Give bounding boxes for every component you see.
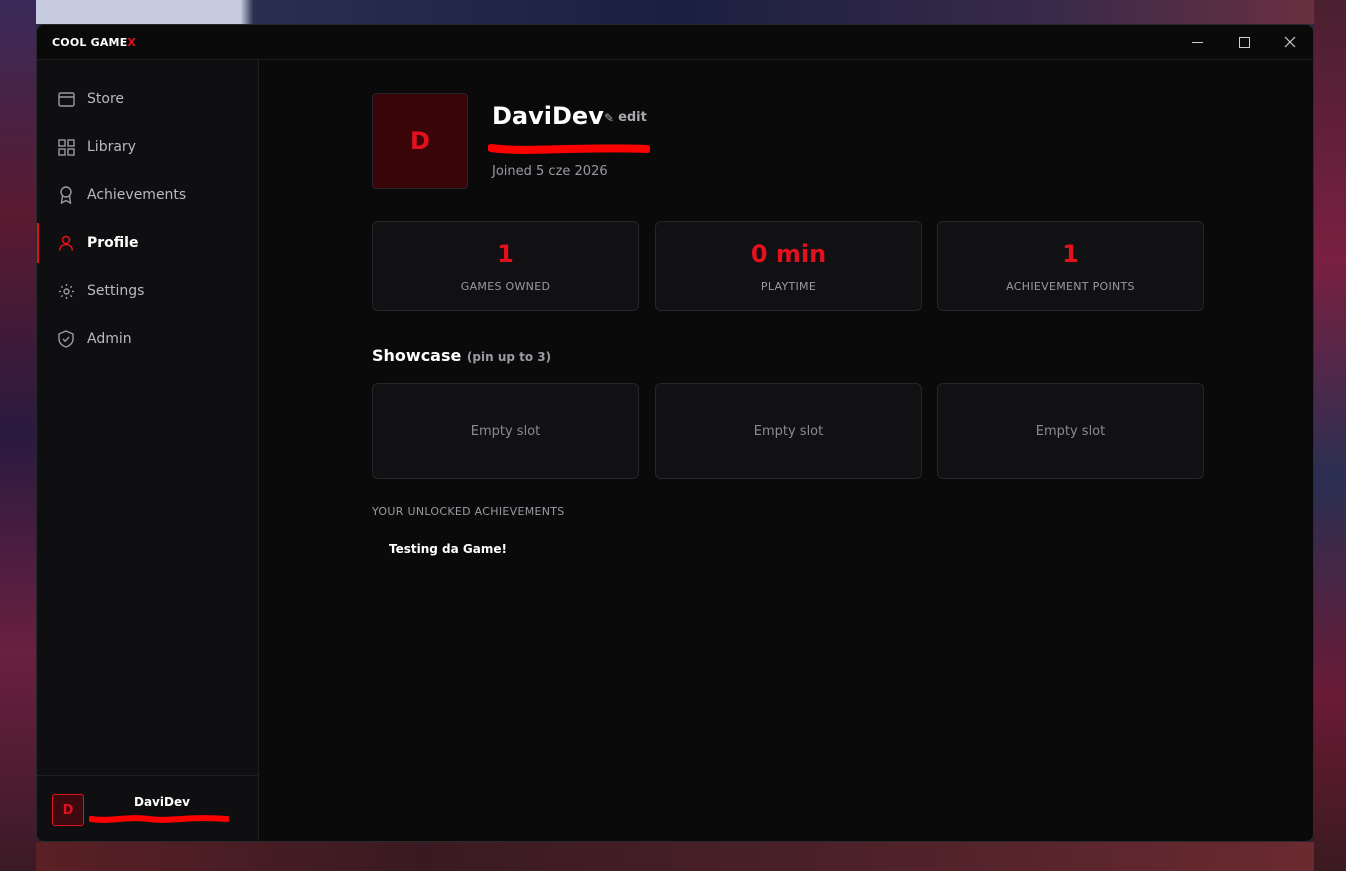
achievements-header: YOUR UNLOCKED ACHIEVEMENTS [372,505,565,518]
stat-label: PLAYTIME [760,280,817,293]
stat-card-achievement-points: 1 ACHIEVEMENT POINTS [937,221,1204,311]
sidebar-user[interactable]: D DaviDev [37,775,259,841]
profile-page: D DaviDev ✎ edit Joined 5 cze 2026 1 GAM… [260,59,1313,841]
redaction-scribble [89,815,229,823]
background-art-right [1314,0,1346,871]
showcase-slot[interactable]: Empty slot [372,383,639,479]
stat-label: GAMES OWNED [460,280,551,293]
brand-accent: X [127,36,137,49]
app-logo: COOL GAMEX [52,36,136,49]
sidebar-item-admin[interactable]: Admin [37,319,259,359]
stat-card-games-owned: 1 GAMES OWNED [372,221,639,311]
redaction-scribble [488,144,650,154]
showcase-hint: (pin up to 3) [466,350,552,364]
gear-icon [57,282,75,300]
pencil-icon: ✎ [604,110,615,125]
award-icon [57,186,75,204]
background-art-bottom [36,842,1314,871]
background-art [0,0,36,871]
profile-username: DaviDev [492,102,604,130]
showcase-slot[interactable]: Empty slot [937,383,1204,479]
app-window: COOL GAMEX Store Library Achievements Pr… [36,24,1314,842]
maximize-icon [1238,36,1250,48]
sidebar-item-label: Admin [87,331,132,347]
stat-value: 1 [497,240,514,268]
edit-label: edit [618,110,647,125]
close-button[interactable] [1267,25,1313,59]
minimize-button[interactable] [1174,25,1220,59]
showcase-heading: Showcase [372,346,462,365]
store-icon [57,90,75,108]
sidebar-item-profile[interactable]: Profile [37,223,259,263]
close-icon [1284,36,1296,48]
sidebar-item-label: Library [87,139,136,155]
maximize-button[interactable] [1221,25,1267,59]
sidebar-item-label: Settings [87,283,145,299]
minimize-icon [1191,41,1203,43]
edit-profile-button[interactable]: ✎ edit [604,110,647,125]
avatar[interactable]: D [52,794,84,826]
sidebar-item-settings[interactable]: Settings [37,271,259,311]
sidebar-item-label: Achievements [87,187,187,203]
profile-avatar[interactable]: D [372,93,468,189]
sidebar-item-label: Store [87,91,125,107]
stat-label: ACHIEVEMENT POINTS [1006,280,1135,293]
grid-icon [57,138,75,156]
sidebar: Store Library Achievements Profile Setti… [37,59,259,841]
stat-value: 1 [1062,240,1079,268]
showcase-title: Showcase (pin up to 3) [372,346,551,365]
sidebar-item-achievements[interactable]: Achievements [37,175,259,215]
shield-icon [57,330,75,348]
stat-card-playtime: 0 min PLAYTIME [655,221,922,311]
user-icon [57,234,75,252]
sidebar-item-store[interactable]: Store [37,79,259,119]
showcase-slot[interactable]: Empty slot [655,383,922,479]
stat-value: 0 min [750,240,827,268]
sidebar-item-library[interactable]: Library [37,127,259,167]
sidebar-item-label: Profile [87,235,139,251]
background-art-top [36,0,1314,24]
title-bar[interactable]: COOL GAMEX [37,25,1313,59]
joined-date: Joined 5 cze 2026 [492,164,608,179]
sidebar-username: DaviDev [134,795,190,809]
brand-text: COOL GAME [52,36,128,49]
achievement-item[interactable]: Testing da Game! [389,542,507,556]
